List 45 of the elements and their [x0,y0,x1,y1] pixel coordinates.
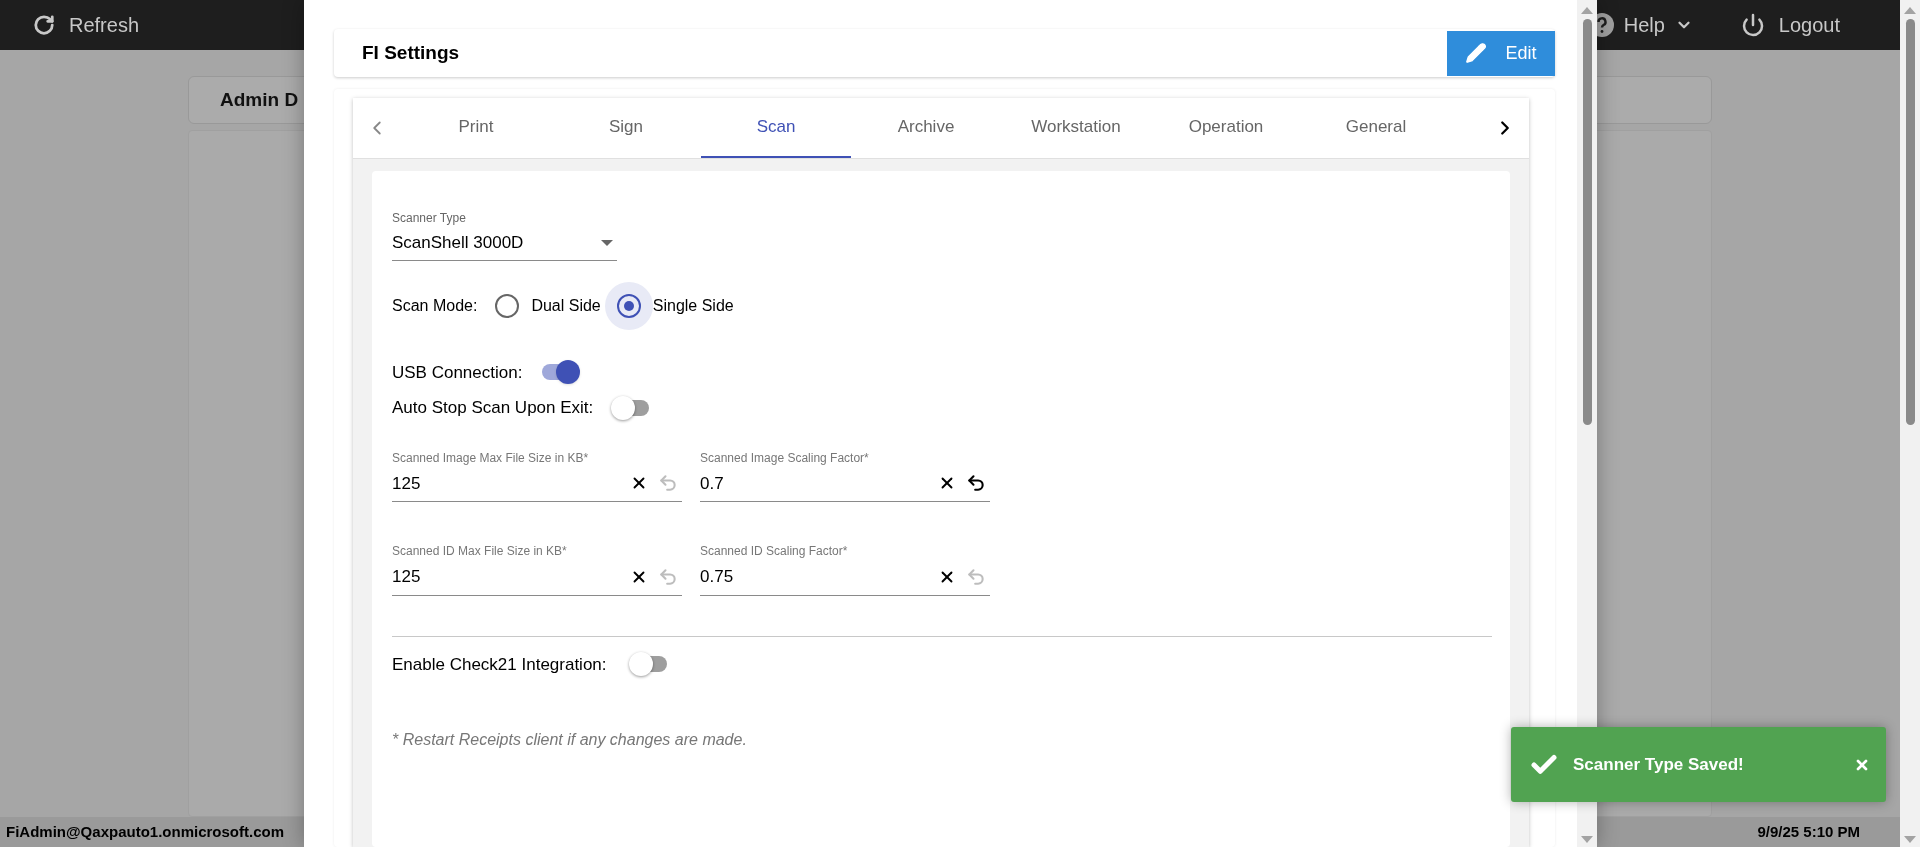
logout-button[interactable]: Logout [1740,10,1840,40]
text-field[interactable]: Scanned ID Max File Size in KB* 125 [392,542,682,596]
field-label: Scanned ID Max File Size in KB* [392,543,568,560]
text-field[interactable]: Scanned ID Scaling Factor* 0.75 [700,542,990,596]
user-email: FiAdmin@Qaxpauto1.onmicrosoft.com [6,821,284,842]
tab[interactable]: Print [401,98,551,158]
restart-note: * Restart Receipts client if any changes are made. [392,730,748,750]
refresh-button[interactable]: Refresh [33,10,140,40]
radio-label: Dual Side [531,295,601,316]
toggle-label: Auto Stop Scan Upon Exit: [392,397,594,419]
field-value: 0.75 [700,566,735,588]
dialog-title: FI Settings [362,40,460,65]
radio-label: Single Side [652,295,734,316]
select-value: ScanShell 3000D [392,232,524,254]
field-label: Scanned Image Max File Size in KB* [392,449,590,467]
toast-message: Scanner Type Saved! [1573,753,1745,776]
toggle-switch[interactable] [540,360,581,385]
field-value: 125 [392,566,422,588]
power-icon [1740,13,1765,37]
card-title: Admin D [220,87,299,112]
text-field[interactable]: Scanned Image Max File Size in KB* 125 [392,448,682,502]
field-label: Scanned ID Scaling Factor* [700,543,849,560]
edit-button[interactable]: Edit [1447,30,1555,76]
caret-icon [601,239,613,246]
tab[interactable]: Operation [1151,98,1301,158]
tab[interactable]: Workstation [1001,98,1151,158]
field-value: 0.7 [700,472,725,495]
scanner-type-select[interactable]: Scanner Type ScanShell 3000D [392,209,617,261]
pencil-icon [1465,42,1488,64]
tab[interactable]: Scan [701,98,851,158]
tab[interactable]: General [1301,98,1451,158]
field-label: Scanner Type [392,210,467,227]
scrollbar[interactable] [1900,0,1920,847]
toggle-label: Enable Check21 Integration: [392,653,607,676]
scan-mode-label: Scan Mode: [392,295,478,316]
refresh-icon [33,14,55,36]
text-field[interactable]: Scanned Image Scaling Factor* 0.7 [700,448,990,502]
field-label: Scanned Image Scaling Factor* [700,449,870,467]
tab[interactable]: Archive [851,98,1001,158]
undo-icon[interactable] [966,473,986,494]
field-value: 125 [392,472,422,495]
date-time: 9/9/25 5:10 PM [1757,821,1860,842]
toggle-switch[interactable] [628,652,669,677]
toggle-label: USB Connection: [392,361,523,384]
tab[interactable]: Sign [551,98,701,158]
